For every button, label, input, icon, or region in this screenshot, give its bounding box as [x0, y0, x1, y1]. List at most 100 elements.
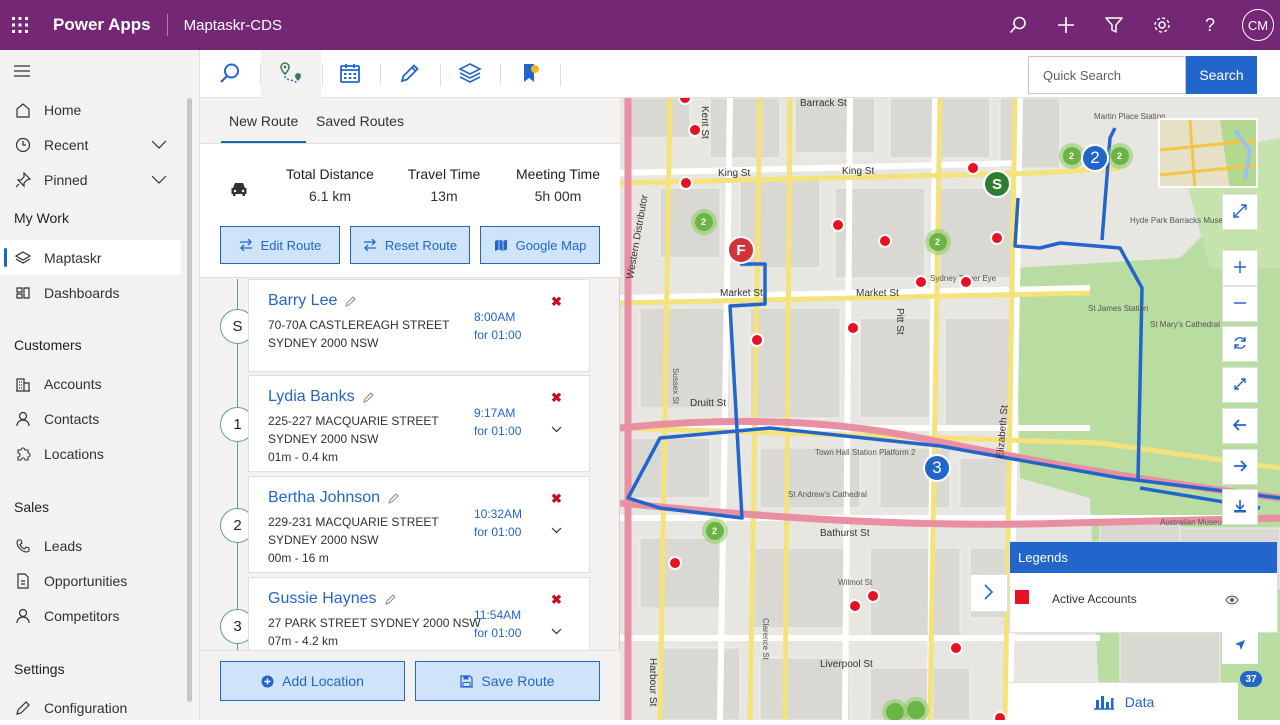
cluster-count: 2 — [701, 217, 707, 227]
map-toolbar: Quick Search Search — [200, 50, 1280, 98]
remove-stop-icon[interactable]: ✖ — [551, 491, 562, 507]
eye-icon[interactable] — [1225, 592, 1239, 608]
stop-travel-info: 00m - 16 m — [268, 551, 329, 565]
arrow-left-icon — [1232, 418, 1247, 434]
remove-stop-icon[interactable]: ✖ — [551, 592, 562, 608]
layers-icon — [458, 62, 482, 87]
sidebar-item-home[interactable]: Home — [0, 92, 181, 127]
search-button[interactable]: Search — [1186, 56, 1257, 94]
edit-route-button[interactable]: Edit Route — [220, 226, 340, 264]
route-stop-marker[interactable]: 2 — [1081, 144, 1109, 172]
chevron-right-icon — [984, 583, 994, 603]
app-launcher-icon[interactable] — [0, 0, 40, 50]
sidebar-item-opportunities[interactable]: Opportunities — [0, 563, 181, 598]
pencil-icon[interactable] — [388, 492, 400, 504]
chevron-down-icon[interactable] — [551, 622, 562, 638]
sidebar-item-accounts[interactable]: Accounts — [0, 366, 181, 401]
locate-button[interactable] — [1222, 628, 1258, 664]
sidebar-item-leads[interactable]: Leads — [0, 528, 181, 563]
map-view[interactable]: King St King St Market St Market St Barr… — [620, 98, 1280, 720]
route-tool-button[interactable] — [261, 50, 321, 98]
chevron-down-icon[interactable] — [551, 420, 562, 436]
app-name[interactable]: Maptaskr-CDS — [168, 17, 282, 34]
fullscreen-button[interactable] — [1222, 194, 1258, 230]
draw-tool-button[interactable] — [380, 50, 440, 98]
tab-saved-routes[interactable]: Saved Routes — [316, 113, 404, 129]
stop-duration: for 01:00 — [474, 328, 522, 342]
fit-bounds-button[interactable] — [1222, 367, 1258, 403]
pencil-icon[interactable] — [345, 295, 357, 307]
stop-name[interactable]: Bertha Johnson — [268, 489, 380, 507]
legend-panel: Legends Active Accounts — [1009, 541, 1278, 633]
stop-duration: for 01:00 — [474, 424, 522, 438]
document-icon — [14, 572, 32, 590]
remove-stop-icon[interactable]: ✖ — [551, 390, 562, 406]
stop-name[interactable]: Gussie Haynes — [268, 590, 377, 608]
sidebar-item-maptaskr[interactable]: Maptaskr — [0, 240, 181, 275]
expand-icon — [1232, 203, 1248, 222]
hamburger-icon[interactable] — [14, 64, 30, 80]
filter-icon[interactable] — [1090, 0, 1138, 50]
tab-new-route[interactable]: New Route — [220, 113, 307, 143]
layers-icon — [14, 249, 32, 267]
zoom-out-button[interactable] — [1222, 286, 1258, 322]
route-finish-marker[interactable]: F — [727, 236, 755, 264]
help-icon[interactable]: ? — [1186, 0, 1234, 50]
bookmark-tool-button[interactable] — [500, 50, 560, 98]
legend-item: Active Accounts — [1010, 573, 1277, 633]
list-item[interactable]: Bertha Johnson 229-231 MACQUARIE STREET … — [248, 476, 590, 573]
sidebar-item-label: Maptaskr — [44, 249, 102, 266]
list-item[interactable]: Lydia Banks 225-227 MACQUARIE STREET SYD… — [248, 375, 590, 472]
sidebar-item-contacts[interactable]: Contacts — [0, 401, 181, 436]
stop-time: 9:17AM — [474, 406, 516, 420]
sidebar-item-pinned[interactable]: Pinned — [0, 162, 181, 197]
stop-name[interactable]: Barry Lee — [268, 292, 337, 310]
sidebar-scrollbar[interactable] — [187, 98, 192, 702]
minimap[interactable] — [1158, 118, 1258, 188]
data-button[interactable]: Data — [1009, 682, 1238, 720]
legend-item-label: Active Accounts — [1052, 592, 1137, 606]
sidebar-item-competitors[interactable]: Competitors — [0, 598, 181, 633]
stop-name[interactable]: Lydia Banks — [268, 388, 355, 406]
pencil-icon[interactable] — [362, 391, 375, 403]
avatar[interactable]: CM — [1242, 9, 1274, 41]
save-route-button[interactable]: Save Route — [415, 661, 600, 701]
reset-route-button[interactable]: Reset Route — [350, 226, 470, 264]
chevron-down-icon[interactable] — [551, 521, 562, 537]
calendar-tool-button[interactable] — [320, 50, 380, 98]
list-item[interactable]: Barry Lee 70-70A CASTLEREAGH STREET SYDN… — [248, 279, 590, 372]
layers-tool-button[interactable] — [440, 50, 500, 98]
forward-button[interactable] — [1222, 449, 1258, 485]
settings-icon[interactable] — [1138, 0, 1186, 50]
search-icon[interactable] — [994, 0, 1042, 50]
total-distance-value: 6.1 km — [308, 188, 351, 204]
sidebar-item-locations[interactable]: Locations — [0, 436, 181, 471]
search-icon — [219, 62, 241, 87]
cluster-count: 2 — [712, 526, 718, 536]
route-start-marker[interactable]: S — [983, 170, 1011, 198]
phone-icon — [14, 537, 32, 555]
google-map-button[interactable]: Google Map — [480, 226, 600, 264]
sidebar-item-recent[interactable]: Recent — [0, 127, 181, 162]
swap-icon — [363, 239, 377, 251]
stop-address-line: SYDNEY 2000 NSW — [268, 336, 379, 350]
refresh-button[interactable] — [1222, 326, 1258, 362]
remove-stop-icon[interactable]: ✖ — [551, 294, 562, 310]
chevron-down-icon[interactable] — [151, 137, 167, 153]
route-stop-marker[interactable]: 3 — [923, 454, 951, 482]
sidebar-item-dashboards[interactable]: Dashboards — [0, 275, 181, 310]
list-item[interactable]: Gussie Haynes 27 PARK STREET SYDNEY 2000… — [248, 577, 590, 650]
add-location-button[interactable]: Add Location — [220, 661, 405, 701]
zoom-in-button[interactable] — [1222, 250, 1258, 286]
download-button[interactable] — [1222, 489, 1258, 525]
chevron-down-icon[interactable] — [151, 172, 167, 188]
stop-address-line: 27 PARK STREET SYDNEY 2000 NSW — [268, 616, 481, 630]
brand-title[interactable]: Power Apps — [40, 14, 168, 36]
plus-icon[interactable] — [1042, 0, 1090, 50]
quick-search-input[interactable]: Quick Search — [1028, 56, 1186, 94]
pencil-icon — [399, 62, 421, 87]
back-button[interactable] — [1222, 408, 1258, 444]
search-tool-button[interactable] — [200, 50, 260, 98]
legend-toggle-button[interactable] — [970, 574, 1008, 612]
pencil-icon[interactable] — [384, 593, 397, 605]
